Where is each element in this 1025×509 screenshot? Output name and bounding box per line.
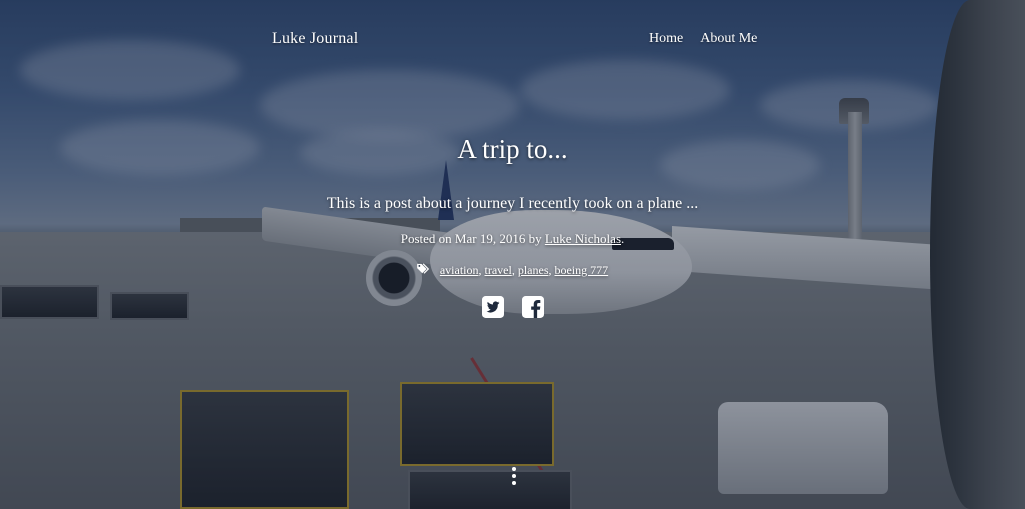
dark-overlay xyxy=(0,0,1025,509)
tag-separator: , xyxy=(511,263,515,277)
tag-separator: , xyxy=(548,263,552,277)
hero-header: Luke Journal Home About Me A trip to... … xyxy=(0,0,1025,509)
facebook-icon[interactable] xyxy=(521,296,544,318)
tag-link[interactable]: travel xyxy=(485,263,512,277)
tag-link[interactable]: planes xyxy=(518,263,549,277)
post-title: A trip to... xyxy=(457,134,568,164)
nav-about-me[interactable]: About Me xyxy=(700,31,757,47)
author-link[interactable]: Luke Nicholas xyxy=(545,231,621,246)
tag-separator: , xyxy=(478,263,482,277)
scroll-indicator-icon[interactable] xyxy=(512,467,516,485)
scroll-dot xyxy=(512,481,516,485)
post-meta: Posted on Mar 19, 2016 by Luke Nicholas. xyxy=(0,231,1025,247)
nav-home[interactable]: Home xyxy=(649,31,683,47)
social-links xyxy=(0,296,1025,318)
posted-on-label: Posted on xyxy=(400,231,452,246)
main-nav: Home About Me xyxy=(649,31,757,47)
by-label: by xyxy=(528,231,542,246)
scroll-dot xyxy=(512,467,516,471)
post-tags: aviation, travel, planes, boeing 777 xyxy=(0,263,1025,278)
post-date: Mar 19, 2016 xyxy=(454,231,526,246)
site-title[interactable]: Luke Journal xyxy=(272,30,358,48)
twitter-icon[interactable] xyxy=(481,296,504,318)
tag-link[interactable]: boeing 777 xyxy=(554,263,608,277)
meta-period: . xyxy=(621,231,625,246)
scroll-dot xyxy=(512,474,516,478)
tag-link[interactable]: aviation xyxy=(440,263,479,277)
tags-icon xyxy=(416,263,429,274)
post-subtitle: This is a post about a journey I recentl… xyxy=(326,195,699,212)
